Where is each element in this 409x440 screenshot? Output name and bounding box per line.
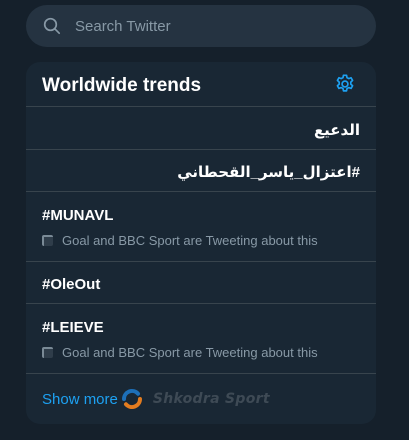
trend-item[interactable]: #LEIEVE Goal and BBC Sport are Tweeting … xyxy=(26,304,376,374)
search-icon xyxy=(43,17,61,35)
trends-footer: Show more Shkodra Sport xyxy=(26,374,376,422)
account-avatar-icon xyxy=(42,347,53,358)
trend-context-text: Goal and BBC Sport are Tweeting about th… xyxy=(62,345,318,360)
search-bar[interactable] xyxy=(26,5,376,47)
trend-name: #اعتزال_ياسر_القحطاني xyxy=(177,164,360,181)
trends-title: Worldwide trends xyxy=(42,74,202,96)
trend-item[interactable]: الدعيع xyxy=(26,107,376,150)
trends-panel: Worldwide trends الدعيع #اعتزال_ياسر_الق… xyxy=(26,62,376,424)
watermark-text: Shkodra Sport xyxy=(152,391,270,407)
trend-name: الدعيع xyxy=(313,122,360,139)
trend-context: Goal and BBC Sport are Tweeting about th… xyxy=(42,345,360,360)
show-more-link[interactable]: Show more xyxy=(42,391,118,408)
trend-context: Goal and BBC Sport are Tweeting about th… xyxy=(42,233,360,248)
trend-item[interactable]: #اعتزال_ياسر_القحطاني xyxy=(26,150,376,192)
trend-name: #MUNAVL xyxy=(42,207,114,224)
trend-name: #LEIEVE xyxy=(42,319,104,336)
trend-item[interactable]: #OleOut xyxy=(26,262,376,304)
trend-item[interactable]: #MUNAVL Goal and BBC Sport are Tweeting … xyxy=(26,192,376,262)
gear-icon[interactable] xyxy=(334,73,356,95)
account-avatar-icon xyxy=(42,235,53,246)
search-input[interactable] xyxy=(75,17,335,35)
trends-header: Worldwide trends xyxy=(26,62,376,107)
watermark-logo-icon xyxy=(120,387,144,411)
watermark: Shkodra Sport xyxy=(120,387,270,411)
trend-name: #OleOut xyxy=(42,276,101,293)
trend-context-text: Goal and BBC Sport are Tweeting about th… xyxy=(62,233,318,248)
